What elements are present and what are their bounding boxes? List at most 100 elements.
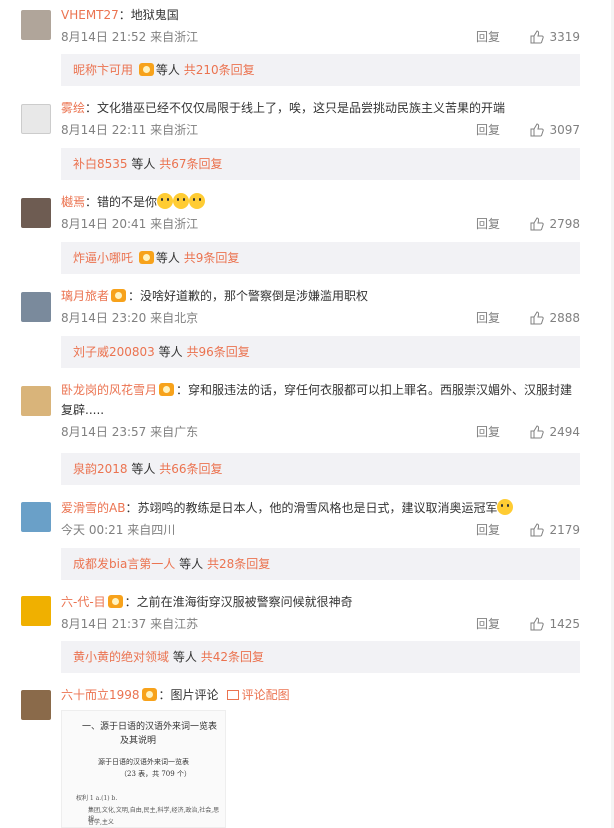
sub-replies[interactable]: 泉韵2018 等人 共66条回复 [61,453,580,485]
sub-replies[interactable]: 成都发bia言第一人 等人 共28条回复 [61,548,580,580]
sub-reply-total[interactable]: 共210条回复 [184,63,255,77]
sub-reply-total[interactable]: 共66条回复 [159,462,222,476]
sub-reply-total[interactable]: 共28条回复 [207,557,270,571]
like-count: 2179 [549,523,580,537]
emoji-icon [189,193,206,209]
reply-button[interactable]: 回复 [476,120,500,140]
like-count: 3097 [549,123,580,137]
sub-and-text: 等人 [155,251,180,265]
thumbs-up-icon [530,217,545,231]
comment-meta: 8月14日 23:20 来自北京 回复 2888 [61,308,580,328]
sub-and-text: 等人 [155,63,180,77]
emoji-icon [497,499,514,515]
reply-button[interactable]: 回复 [476,614,500,634]
sub-replies[interactable]: 黄小黄的绝对领域 等人 共42条回复 [61,641,580,673]
comment-time: 8月14日 21:52 [61,30,147,44]
like-count: 3319 [549,30,580,44]
sub-reply-total[interactable]: 共96条回复 [186,345,249,359]
like-button[interactable]: 3319 [530,27,580,47]
like-button[interactable]: 2179 [530,520,580,540]
comment-text: ：地狱鬼国 [118,8,179,22]
sub-replies[interactable]: 补白8535 等人 共67条回复 [61,148,580,180]
sub-reply-user[interactable]: 昵称卞可用 [73,63,133,77]
comment-username[interactable]: 六十而立1998 [61,688,140,702]
thumbnail-title: 一、源于日语的汉语外来词一览表 [82,722,218,732]
comment-username[interactable]: 樾焉 [61,195,85,209]
comment-text-continued: 复辟..... [61,403,105,417]
comment-text: ：文化猎巫已经不仅仅局限于线上了，唉，这只是品尝挑动民族主义苦果的开端 [85,101,506,115]
member-badge-icon [107,595,123,608]
like-button[interactable]: 2888 [530,308,580,328]
sub-reply-user[interactable]: 黄小黄的绝对领域 [73,650,169,664]
sub-replies[interactable]: 刘子威200803 等人 共96条回复 [61,336,580,368]
sub-reply-user[interactable]: 刘子威200803 [73,345,155,359]
comment-location: 来自浙江 [150,123,199,137]
comment-location: 来自江苏 [150,617,199,631]
sub-and-text: 等人 [172,650,197,664]
comment-time: 8月14日 22:11 [61,123,147,137]
avatar[interactable] [21,690,51,720]
sub-replies[interactable]: 炸逼小哪吒 等人 共9条回复 [61,242,580,274]
sub-and-text: 等人 [179,557,204,571]
avatar[interactable] [21,596,51,626]
comment-text: ：图片评论 [158,688,219,702]
comment-meta: 8月14日 21:37 来自江苏 回复 1425 [61,614,580,634]
member-badge-icon [111,289,127,302]
comment-image-thumbnail[interactable]: 一、源于日语的汉语外来词一览表 及其说明 源于日语的汉语外来词一览表 （23 表… [61,710,226,828]
emoji-icon [173,193,190,209]
comment-time: 8月14日 23:20 [61,311,147,325]
comment-location: 来自浙江 [150,217,199,231]
comment-username[interactable]: 六-代-目 [61,595,106,609]
sub-reply-total[interactable]: 共42条回复 [201,650,264,664]
thumbs-up-icon [530,523,545,537]
member-badge-icon [159,383,175,396]
reply-button[interactable]: 回复 [476,214,500,234]
avatar[interactable] [21,292,51,322]
comment-time: 8月14日 21:37 [61,617,147,631]
reply-button[interactable]: 回复 [476,520,500,540]
image-icon [226,690,239,700]
sub-reply-user[interactable]: 炸逼小哪吒 [73,251,133,265]
sub-reply-total[interactable]: 共9条回复 [184,251,240,265]
sub-reply-user[interactable]: 成都发bia言第一人 [73,557,175,571]
avatar[interactable] [21,386,51,416]
comment-text: ：苏翊鸣的教练是日本人，他的滑雪风格也是日式，建议取消奥运冠军 [125,501,498,515]
emoji-icon [157,193,174,209]
sub-reply-total[interactable]: 共67条回复 [159,157,222,171]
comment-username[interactable]: 璃月旅者 [61,289,109,303]
comment-username[interactable]: 卧龙岗的风花雪月 [61,383,157,397]
sub-reply-user[interactable]: 泉韵2018 [73,462,128,476]
thumbs-up-icon [530,425,545,439]
comment-username[interactable]: 雾绘 [61,101,85,115]
comment-location: 来自北京 [150,311,199,325]
avatar[interactable] [21,104,51,134]
sub-replies[interactable]: 昵称卞可用 等人 共210条回复 [61,54,580,86]
thumbs-up-icon [530,617,545,631]
comment-meta: 今天 00:21 来自四川 回复 2179 [61,520,580,540]
comment-text: ：之前在淮海街穿汉服被警察问候就很神奇 [124,595,353,609]
thumbs-up-icon [530,311,545,325]
comment-location: 来自浙江 [150,30,199,44]
reply-button[interactable]: 回复 [476,308,500,328]
sub-reply-user[interactable]: 补白8535 [73,157,128,171]
reply-button[interactable]: 回复 [476,422,500,442]
comment-username[interactable]: VHEMT27 [61,8,119,22]
sub-and-text: 等人 [131,462,156,476]
comment-username[interactable]: 爱滑雪的AB [61,501,125,515]
like-count: 2888 [549,311,580,325]
reply-button[interactable]: 回复 [476,27,500,47]
like-button[interactable]: 2798 [530,214,580,234]
like-button[interactable]: 1425 [530,614,580,634]
like-count: 2798 [549,217,580,231]
comment-time: 8月14日 23:57 [61,425,147,439]
avatar[interactable] [21,10,51,40]
avatar[interactable] [21,502,51,532]
like-count: 2494 [549,425,580,439]
comment-image-link[interactable]: 评论配图 [242,688,290,702]
avatar[interactable] [21,198,51,228]
thumbnail-text-row: 哲学,主义 [88,819,114,826]
like-button[interactable]: 2494 [530,422,580,442]
like-button[interactable]: 3097 [530,120,580,140]
member-badge-icon [138,63,154,76]
like-count: 1425 [549,617,580,631]
